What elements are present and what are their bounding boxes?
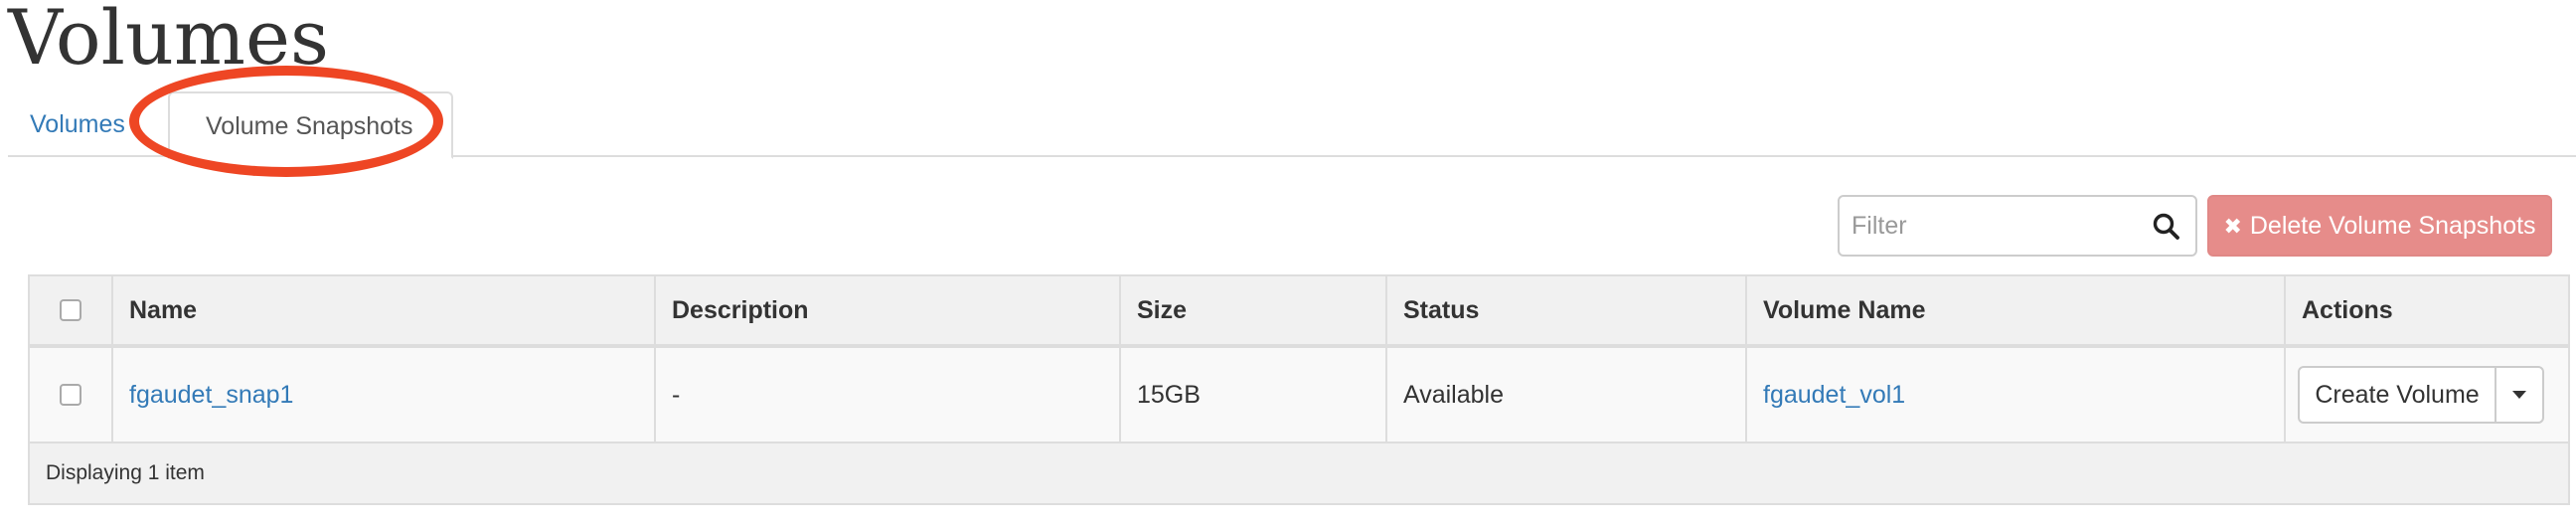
filter-field[interactable] — [1838, 195, 2197, 257]
snapshot-name-link[interactable]: fgaudet_snap1 — [129, 381, 293, 410]
item-count-text: Displaying 1 item — [46, 461, 205, 484]
actions-dropdown-toggle[interactable] — [2496, 368, 2542, 422]
table-row: fgaudet_snap1 - 15GB Available fgaudet_v… — [30, 348, 2568, 443]
filter-input[interactable] — [1852, 205, 2120, 247]
create-volume-button[interactable]: Create Volume — [2300, 368, 2496, 422]
status-cell: Available — [1387, 348, 1747, 441]
actions-cell: Create Volume — [2286, 348, 2568, 441]
column-header-actions: Actions — [2302, 295, 2393, 324]
close-icon: ✖ — [2223, 215, 2242, 240]
row-checkbox[interactable] — [60, 384, 81, 406]
delete-volume-snapshots-button[interactable]: ✖ Delete Volume Snapshots — [2207, 195, 2552, 257]
delete-button-label: Delete Volume Snapshots — [2249, 212, 2536, 240]
tab-bar: Volumes Volume Snapshots — [8, 91, 2576, 159]
table-header: Name Description Size Status Volume Name… — [30, 276, 2568, 348]
select-all-cell — [30, 276, 113, 344]
snapshots-table: Name Description Size Status Volume Name… — [28, 274, 2570, 505]
search-icon[interactable] — [2152, 212, 2181, 242]
tab-volume-snapshots[interactable]: Volume Snapshots — [168, 91, 453, 159]
volume-name-cell: fgaudet_vol1 — [1747, 348, 2286, 441]
tab-volumes[interactable]: Volumes — [30, 91, 125, 157]
caret-down-icon — [2512, 391, 2526, 399]
snapshot-name-cell: fgaudet_snap1 — [113, 348, 656, 441]
select-all-checkbox[interactable] — [60, 299, 81, 321]
column-header-status[interactable]: Status — [1387, 276, 1747, 344]
row-select-cell — [30, 348, 113, 441]
column-header-volume-name[interactable]: Volume Name — [1747, 276, 2286, 344]
table-footer: Displaying 1 item — [30, 443, 2568, 503]
volume-name-link[interactable]: fgaudet_vol1 — [1763, 381, 1905, 410]
description-cell: - — [656, 348, 1121, 441]
size-cell: 15GB — [1121, 348, 1387, 441]
column-header-description[interactable]: Description — [656, 276, 1121, 344]
page-title: Volumes — [8, 0, 329, 82]
row-actions-button-group: Create Volume — [2298, 366, 2544, 424]
column-header-size[interactable]: Size — [1121, 276, 1387, 344]
column-header-name[interactable]: Name — [113, 276, 656, 344]
